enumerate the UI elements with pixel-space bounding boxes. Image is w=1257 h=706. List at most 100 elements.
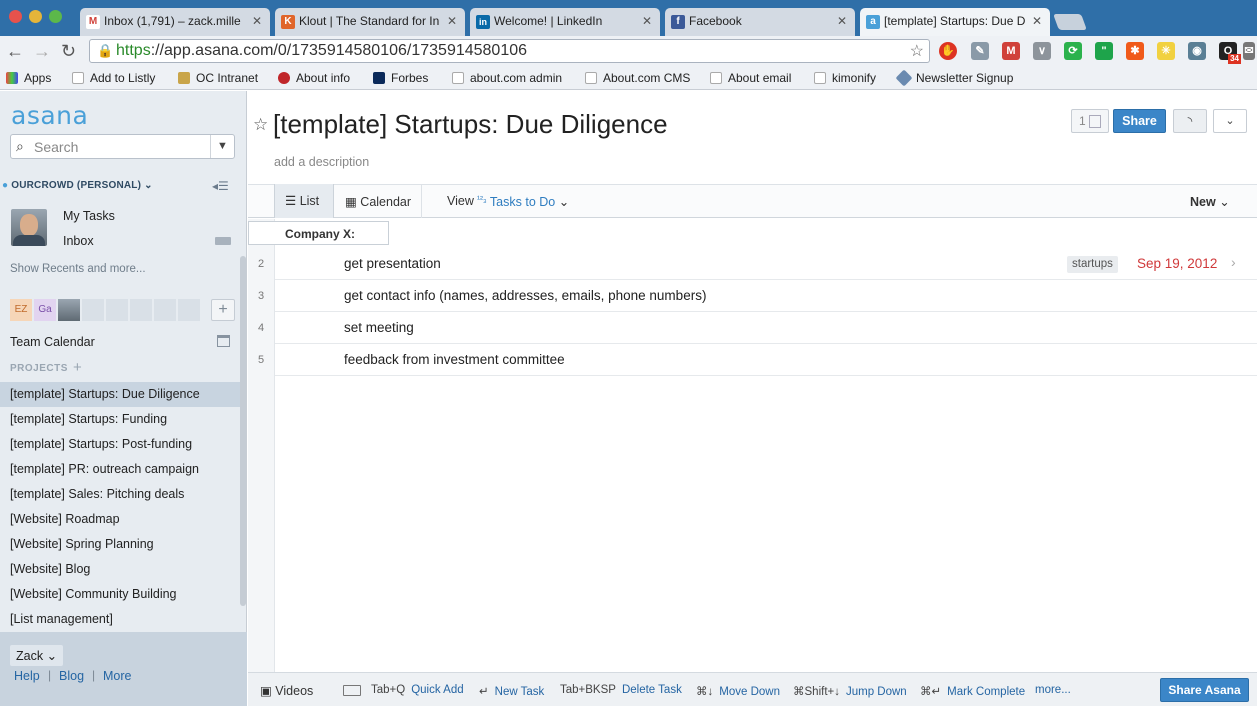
shortcut-quick-add[interactable]: Tab+Q Quick Add — [371, 684, 464, 696]
asana-logo[interactable]: asana — [11, 101, 88, 130]
favorite-star-icon[interactable]: ☆ — [253, 115, 268, 135]
bookmark-kimonify[interactable]: kimonify — [814, 71, 876, 85]
task-due-date[interactable]: Sep 19, 2012 — [1137, 256, 1217, 271]
project-item[interactable]: [Website] Spring Planning — [0, 532, 240, 557]
description-field[interactable]: add a description — [274, 155, 369, 169]
task-row[interactable]: 4 set meeting — [258, 312, 1257, 344]
task-row[interactable]: 5 feedback from investment committee — [258, 344, 1257, 376]
page-title[interactable]: [template] Startups: Due Diligence — [273, 109, 668, 140]
new-tab-button[interactable] — [1053, 14, 1087, 30]
snowflake-extension-icon[interactable]: ✱ — [1126, 42, 1144, 60]
close-tab-icon[interactable]: ✕ — [837, 14, 847, 28]
add-project-icon[interactable]: + — [73, 359, 82, 376]
close-tab-icon[interactable]: ✕ — [252, 14, 262, 28]
task-name[interactable]: set meeting — [344, 320, 414, 335]
notes-extension-icon[interactable]: ✳ — [1157, 42, 1175, 60]
browser-tab-asana[interactable]: a [template] Startups: Due D ✕ — [860, 8, 1050, 36]
hangouts-icon[interactable]: " — [1095, 42, 1113, 60]
share-asana-button[interactable]: Share Asana — [1160, 678, 1249, 702]
back-arrow-icon[interactable]: ← — [6, 41, 24, 62]
workspace-switcher[interactable]: ● OURCROWD (PERSONAL) ⌄ — [2, 180, 153, 191]
bookmark-about-cms[interactable]: About.com CMS — [585, 71, 690, 85]
section-header[interactable]: Company X: — [248, 221, 389, 245]
project-item[interactable]: [template] Startups: Post-funding — [0, 432, 240, 457]
chevron-right-icon[interactable]: › — [1231, 254, 1236, 270]
rss-button[interactable]: ◝ — [1173, 109, 1207, 133]
videos-button[interactable]: ▣ Videos — [260, 683, 313, 698]
member-avatar-ga[interactable]: Ga — [34, 299, 56, 321]
project-item[interactable]: [Website] Roadmap — [0, 507, 240, 532]
task-tag[interactable]: startups — [1067, 256, 1118, 273]
adblock-icon[interactable]: ✋ — [939, 42, 957, 60]
sidebar-item-team-calendar[interactable]: Team Calendar — [10, 335, 95, 349]
project-item[interactable]: [template] PR: outreach campaign — [0, 457, 240, 482]
project-item[interactable]: [template] Sales: Pitching deals — [0, 482, 240, 507]
task-row[interactable]: 3 get contact info (names, addresses, em… — [258, 280, 1257, 312]
bookmark-about-email[interactable]: About email — [710, 71, 791, 85]
project-item[interactable]: [template] Startups: Funding — [0, 407, 240, 432]
share-button[interactable]: Share — [1113, 109, 1166, 133]
shortcut-move-down[interactable]: ⌘↓ Move Down — [696, 684, 780, 698]
more-shortcuts-link[interactable]: more... — [1035, 684, 1071, 696]
avatar[interactable] — [11, 209, 47, 246]
sidebar-item-my-tasks[interactable]: My Tasks — [63, 209, 115, 223]
address-bar[interactable]: 🔒 https://app.asana.com/0/1735914580106/… — [89, 39, 930, 63]
browser-tab-linkedin[interactable]: in Welcome! | LinkedIn ✕ — [470, 8, 660, 36]
bookmark-apps[interactable]: Apps — [6, 71, 51, 85]
close-tab-icon[interactable]: ✕ — [1032, 14, 1042, 28]
reload-icon[interactable]: ↻ — [61, 41, 76, 62]
collapse-sidebar-icon[interactable]: ◂☰ — [212, 179, 229, 193]
close-window-button[interactable] — [9, 10, 22, 23]
bookmark-star-icon[interactable]: ☆ — [910, 41, 924, 61]
task-row[interactable]: 2 get presentation startups Sep 19, 2012… — [258, 248, 1257, 280]
view-filter-dropdown[interactable]: ¹²₃ Tasks to Do ⌄ — [477, 194, 569, 209]
browser-tab-gmail[interactable]: M Inbox (1,791) – zack.mille ✕ — [80, 8, 270, 36]
browser-tab-facebook[interactable]: f Facebook ✕ — [665, 8, 855, 36]
shortcut-delete-task[interactable]: Tab+BKSP Delete Task — [560, 684, 682, 696]
feedly-icon[interactable]: ⟳ — [1064, 42, 1082, 60]
project-item[interactable]: [Website] Blog — [0, 557, 240, 582]
calendar-icon[interactable] — [217, 335, 230, 347]
chevron-down-icon[interactable]: ▼ — [210, 135, 234, 158]
member-avatar-ez[interactable]: EZ — [10, 299, 32, 321]
followers-button[interactable]: 1 — [1071, 109, 1109, 133]
search-input[interactable]: ⌕ Search ▼ — [10, 134, 235, 159]
bookmark-about-info[interactable]: About info — [278, 71, 350, 85]
minimize-window-button[interactable] — [29, 10, 42, 23]
browser-tab-klout[interactable]: K Klout | The Standard for In ✕ — [275, 8, 465, 36]
bookmark-about-admin[interactable]: about.com admin — [452, 71, 562, 85]
project-item[interactable]: [template] Startups: Due Diligence — [0, 382, 240, 407]
task-name[interactable]: feedback from investment committee — [344, 352, 565, 367]
pocket-icon[interactable]: ∨ — [1033, 42, 1051, 60]
extension-wrench-icon[interactable]: ✎ — [971, 42, 989, 60]
user-menu-button[interactable]: Zack ⌄ — [10, 645, 63, 666]
task-name[interactable]: get contact info (names, addresses, emai… — [344, 288, 706, 303]
shortcut-jump-down[interactable]: ⌘Shift+↓ Jump Down — [793, 684, 907, 698]
counter-extension-icon[interactable]: O 34 — [1219, 42, 1241, 64]
forward-arrow-icon[interactable]: → — [33, 41, 51, 62]
tab-list[interactable]: ☰ List — [274, 184, 334, 218]
mail-extension-icon[interactable]: ✉ — [1243, 42, 1255, 60]
tab-calendar[interactable]: ▦ Calendar — [345, 194, 411, 209]
bookmark-newsletter-signup[interactable]: Newsletter Signup — [895, 69, 1013, 87]
bookmark-add-to-listly[interactable]: Add to Listly — [72, 71, 155, 85]
help-link[interactable]: Help — [14, 669, 40, 683]
sidebar-item-inbox[interactable]: Inbox — [63, 234, 94, 248]
shortcut-new-task[interactable]: ↵ New Task — [479, 684, 544, 698]
sidebar-scrollbar[interactable] — [240, 256, 246, 606]
task-name[interactable]: get presentation — [344, 256, 441, 271]
member-avatar-photo[interactable] — [58, 299, 80, 321]
add-member-button[interactable]: + — [211, 299, 235, 321]
new-button[interactable]: New ⌄ — [1190, 194, 1230, 209]
bookmark-forbes[interactable]: Forbes — [373, 71, 428, 85]
zoom-window-button[interactable] — [49, 10, 62, 23]
owl-extension-icon[interactable]: ◉ — [1188, 42, 1206, 60]
close-tab-icon[interactable]: ✕ — [642, 14, 652, 28]
project-item[interactable]: [Website] Community Building — [0, 582, 240, 607]
project-item[interactable]: [List management] — [0, 607, 240, 632]
blog-link[interactable]: Blog — [59, 669, 84, 683]
project-actions-button[interactable]: ⌄ — [1213, 109, 1247, 133]
bookmark-oc-intranet[interactable]: OC Intranet — [178, 71, 258, 85]
gmail-extension-icon[interactable]: M — [1002, 42, 1020, 60]
close-tab-icon[interactable]: ✕ — [447, 14, 457, 28]
